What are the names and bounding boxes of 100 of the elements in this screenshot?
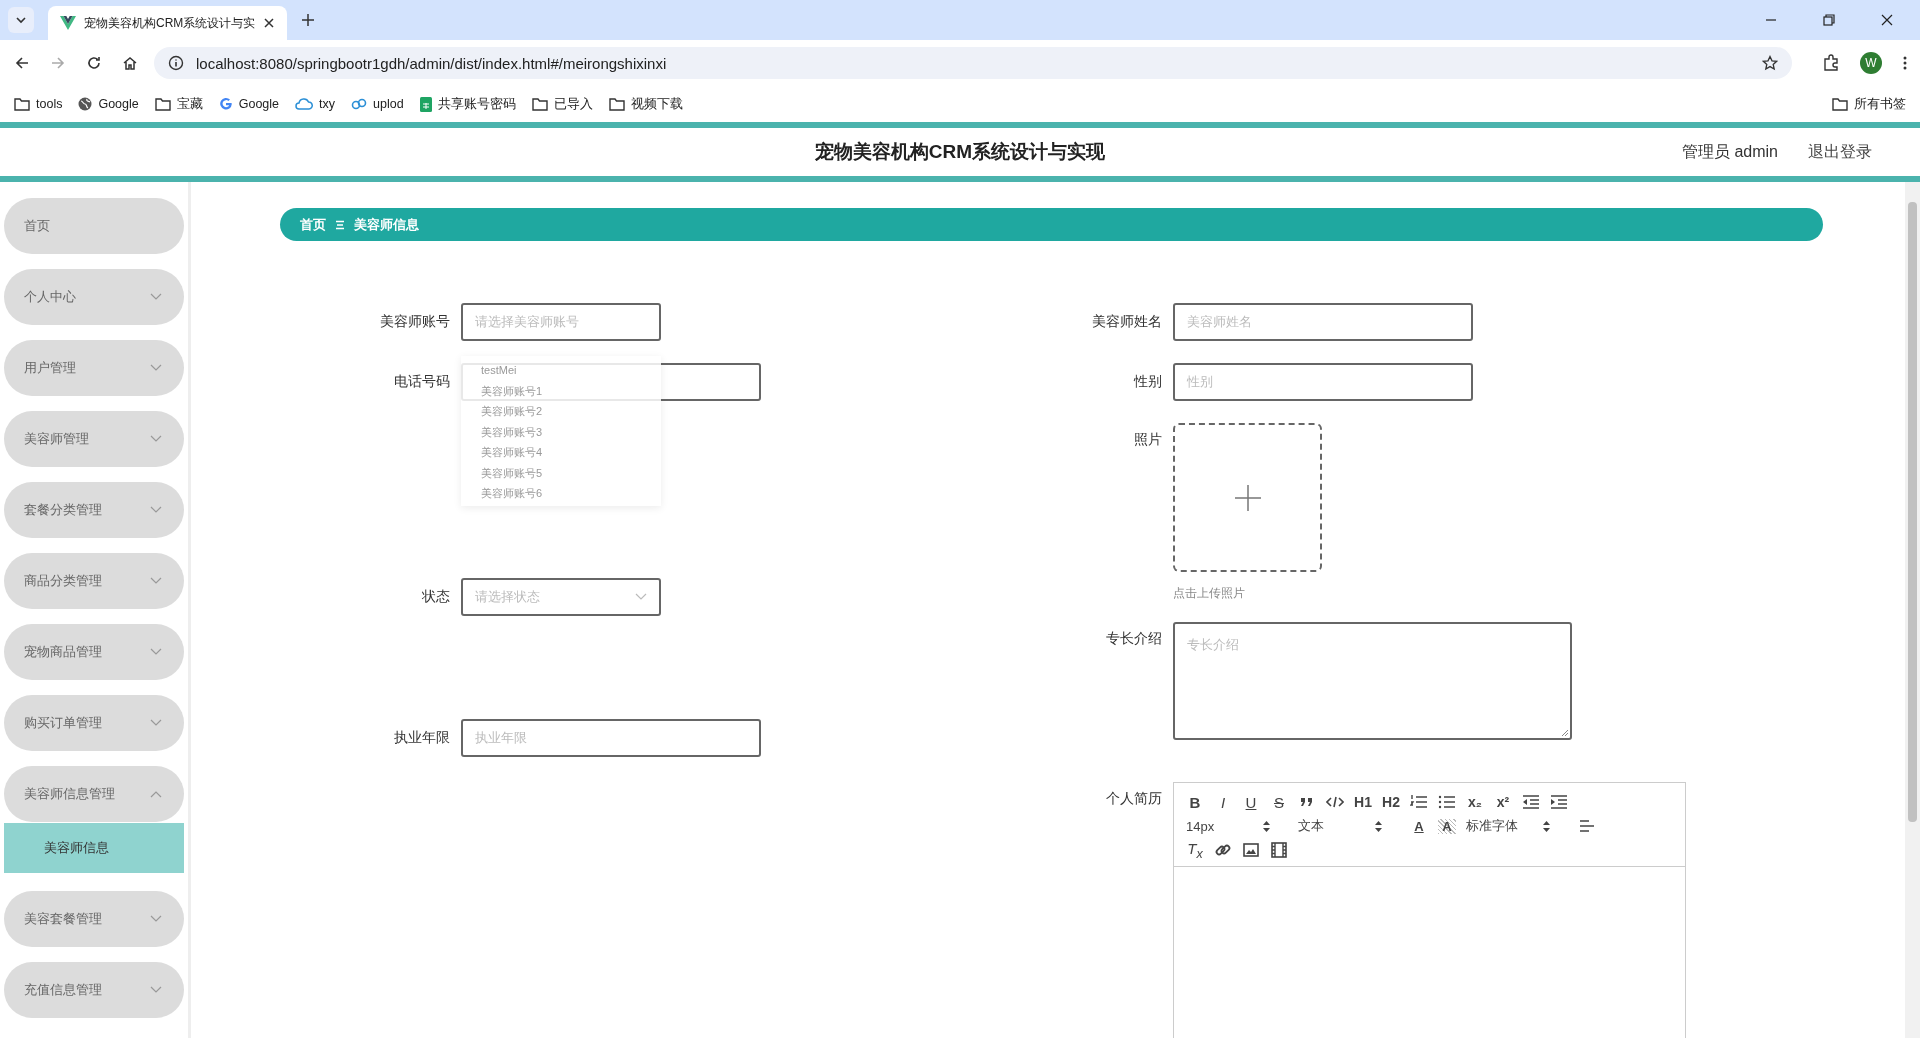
info-icon[interactable]: [168, 55, 184, 71]
format-dropdown[interactable]: 文本: [1298, 817, 1382, 835]
script-button[interactable]: x₂: [1466, 794, 1484, 810]
sidebar-item[interactable]: 套餐分类管理: [4, 482, 184, 538]
sidebar-item[interactable]: 用户管理: [4, 340, 184, 396]
new-tab-icon[interactable]: [301, 13, 316, 27]
chevron-down-icon: [150, 648, 162, 656]
field-label: 专长介绍: [1105, 630, 1163, 648]
strikethrough-button[interactable]: S: [1270, 793, 1288, 811]
background-color-button[interactable]: A: [1438, 818, 1456, 834]
user-label: 管理员 admin: [1681, 141, 1778, 162]
plus-icon: [1233, 483, 1262, 512]
logout-link[interactable]: 退出登录: [1808, 141, 1872, 163]
sidebar-item[interactable]: 商品分类管理: [4, 553, 184, 609]
image-icon[interactable]: [1242, 841, 1260, 859]
format-dropdown[interactable]: 标准字体: [1466, 817, 1550, 835]
chain-icon: [351, 97, 367, 111]
field-label: 个人简历: [1105, 790, 1163, 808]
close-icon[interactable]: [263, 17, 276, 29]
globe-icon: [78, 97, 93, 111]
restore-icon[interactable]: [1822, 13, 1836, 27]
heading-button[interactable]: H1: [1354, 794, 1372, 810]
indent-icon[interactable]: [1550, 793, 1568, 811]
chevron-down-icon: [635, 593, 647, 601]
bookmark[interactable]: 视频下载: [608, 95, 683, 113]
cloud-icon: [295, 97, 314, 111]
field-label: 照片: [1133, 431, 1163, 449]
profile-avatar[interactable]: W: [1860, 52, 1882, 74]
spreadsheet-icon: [419, 96, 432, 112]
address-bar[interactable]: localhost:8080/springbootr1gdh/admin/dist/index.html#/meirongshixinxi: [154, 47, 1792, 79]
star-icon[interactable]: [1762, 55, 1778, 71]
chevron-down-icon: [150, 293, 162, 301]
all-bookmarks-button[interactable]: 所有书签: [1832, 95, 1906, 113]
bookmark[interactable]: 已导入: [531, 95, 593, 113]
bookmark[interactable]: tools: [14, 97, 63, 111]
sidebar-item[interactable]: 宠物商品管理: [4, 624, 184, 680]
sidebar-item[interactable]: 购买订单管理: [4, 695, 184, 751]
g-logo-icon: [218, 97, 233, 111]
home-icon[interactable]: [122, 55, 138, 71]
sidebar-item[interactable]: 充值信息管理: [4, 962, 184, 1018]
back-icon[interactable]: [14, 55, 30, 71]
chevron-down-icon: [150, 577, 162, 585]
separator-icon: [335, 219, 345, 230]
underline-button[interactable]: U: [1242, 793, 1260, 811]
sort-arrows-icon: [1263, 820, 1270, 832]
browser-tab[interactable]: 宠物美容机构CRM系统设计与实: [48, 6, 288, 40]
folder-icon: [1832, 97, 1848, 111]
numbered-list-icon[interactable]: [1410, 793, 1428, 811]
chevron-down-icon: [150, 435, 162, 443]
sidebar-item[interactable]: 个人中心: [4, 269, 184, 325]
reload-icon[interactable]: [86, 55, 102, 71]
bookmark[interactable]: 共享账号密码: [419, 95, 516, 113]
clear-format-button[interactable]: T$_{x}$: [1186, 839, 1204, 861]
text-color-button[interactable]: A: [1410, 818, 1428, 834]
chevron-down-icon: [150, 719, 162, 727]
bookmark[interactable]: Google: [78, 97, 139, 111]
format-dropdown[interactable]: 14px: [1186, 818, 1270, 834]
italic-button[interactable]: I: [1214, 793, 1232, 811]
extensions-icon[interactable]: [1822, 54, 1840, 72]
outdent-icon[interactable]: [1522, 793, 1540, 811]
sidebar-item[interactable]: 美容套餐管理: [4, 891, 184, 947]
chevron-down-icon: [150, 915, 162, 923]
sidebar-subitem[interactable]: 美容师信息: [4, 823, 184, 873]
v-logo-icon: [60, 16, 76, 30]
field-label: 电话号码: [393, 373, 451, 391]
film-icon[interactable]: [1270, 841, 1288, 859]
chevron-down-icon: [150, 506, 162, 514]
upload-hint: 点击上传照片: [1173, 586, 1246, 601]
bookmark[interactable]: 宝藏: [154, 95, 203, 113]
sort-arrows-icon: [1375, 820, 1382, 832]
scrollbar[interactable]: [1905, 182, 1920, 1038]
chevron-down-icon: [15, 14, 27, 26]
field-label: 美容师账号: [379, 313, 451, 331]
script-button[interactable]: x²: [1494, 794, 1512, 810]
field-label: 执业年限: [393, 729, 451, 747]
heading-button[interactable]: H2: [1382, 794, 1400, 810]
app-title: 宠物美容机构CRM系统设计与实现: [814, 140, 1106, 164]
folder-icon: [608, 97, 625, 111]
align-left-icon[interactable]: [1578, 817, 1596, 835]
more-icon[interactable]: [1902, 55, 1908, 71]
bookmark[interactable]: Google: [218, 97, 280, 111]
resize-grip-icon[interactable]: [1561, 729, 1569, 737]
sidebar-item[interactable]: 首页: [4, 198, 184, 254]
bold-button[interactable]: B: [1186, 793, 1204, 811]
field-label: 性别: [1132, 373, 1163, 391]
field-label: 美容师姓名: [1091, 313, 1163, 331]
chevron-down-icon: [150, 364, 162, 372]
sidebar-item[interactable]: 美容师管理: [4, 411, 184, 467]
field-label: 状态: [421, 588, 451, 606]
chevron-down-icon: [150, 986, 162, 994]
tab-search-button[interactable]: [8, 7, 34, 33]
folder-icon: [531, 97, 548, 111]
bullet-list-icon[interactable]: [1438, 793, 1456, 811]
close-window-icon[interactable]: [1880, 13, 1894, 27]
folder-icon: [14, 97, 30, 111]
bookmark[interactable]: uplod: [351, 97, 404, 111]
sidebar-item[interactable]: 美容师信息管理: [4, 766, 184, 822]
photo-upload[interactable]: [1173, 423, 1322, 572]
bookmark[interactable]: txy: [295, 97, 335, 111]
chevron-up-icon: [150, 790, 162, 798]
